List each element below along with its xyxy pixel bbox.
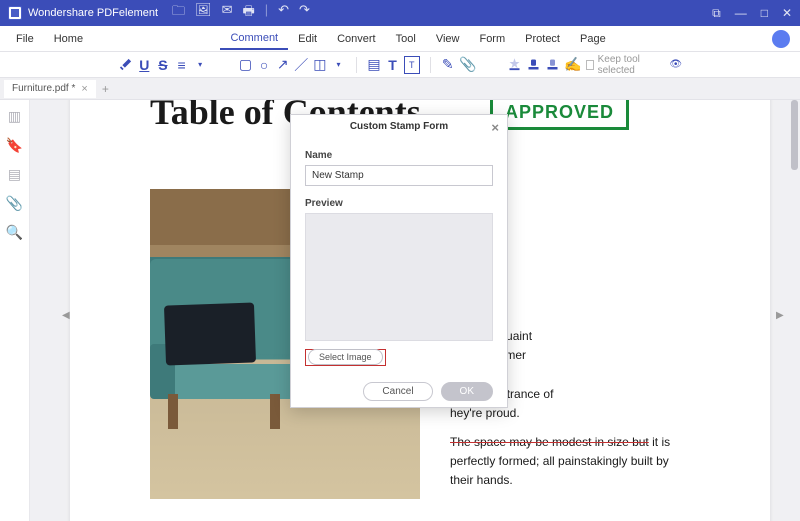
scrollbar[interactable]	[791, 100, 798, 170]
custom-stamp-dialog: Custom Stamp Form × Name Preview Select …	[290, 114, 508, 408]
tab-close-icon[interactable]: ×	[81, 83, 87, 95]
rectangle-icon[interactable]: ▢	[238, 56, 253, 74]
menu-form[interactable]: Form	[469, 29, 515, 49]
ok-button[interactable]: OK	[441, 382, 493, 401]
menubar: File Home Comment Edit Convert Tool View…	[0, 26, 800, 52]
image-icon[interactable]: 🖼	[195, 2, 212, 24]
open-icon[interactable]: 🗀	[172, 2, 185, 24]
window-close-icon[interactable]: ✕	[782, 6, 792, 21]
comment-toolbar: U S ≡ ▾ ▢ ○ ↗ ／ ◫ ▾ ▤ T T ✎ 📎 ✍ Keep too…	[0, 52, 800, 78]
undo-icon[interactable]: ↶	[278, 2, 289, 24]
user-avatar-icon[interactable]	[772, 30, 790, 48]
name-label: Name	[305, 150, 493, 161]
menu-view[interactable]: View	[426, 29, 470, 49]
qat-sep: |	[265, 2, 268, 24]
side-panel: ▥ 🔖 ▤ 📎 🔍	[0, 100, 30, 521]
strikethrough-text: The space may be modest in size but	[450, 435, 649, 449]
menu-convert[interactable]: Convert	[327, 29, 386, 49]
document-tab[interactable]: Furniture.pdf * ×	[4, 80, 96, 98]
textbox-icon[interactable]: T	[404, 56, 420, 74]
keep-tool[interactable]: Keep tool selected 👁	[586, 54, 683, 76]
dropdown2-icon[interactable]: ▾	[331, 56, 346, 74]
menu-comment[interactable]: Comment	[220, 28, 288, 50]
preview-label: Preview	[305, 198, 493, 209]
new-tab-icon[interactable]: +	[102, 82, 109, 96]
app-title: Wondershare PDFelement	[28, 7, 158, 19]
app-logo-icon	[8, 6, 22, 20]
menu-file[interactable]: File	[6, 29, 44, 49]
signature-icon[interactable]: ✍	[564, 56, 581, 74]
note-icon[interactable]: ▤	[367, 56, 382, 74]
minimize-icon[interactable]: ―	[735, 6, 747, 21]
menu-tool[interactable]: Tool	[386, 29, 426, 49]
titlebar: Wondershare PDFelement 🗀 🖼 ✉ 🖶 | ↶ ↷ ⧉ ―…	[0, 0, 800, 26]
cancel-button[interactable]: Cancel	[363, 382, 432, 401]
dialog-title: Custom Stamp Form	[350, 121, 448, 132]
thumbnails-icon[interactable]: ▥	[8, 108, 21, 125]
select-image-highlight: Select Image	[305, 349, 386, 366]
search-icon[interactable]: 🔍	[6, 224, 23, 241]
menu-page[interactable]: Page	[570, 29, 616, 49]
menu-home[interactable]: Home	[44, 29, 93, 49]
select-image-button[interactable]: Select Image	[308, 349, 383, 365]
preview-area	[305, 213, 493, 341]
strikethrough-icon[interactable]: S	[156, 56, 171, 74]
underline-icon[interactable]: U	[137, 56, 152, 74]
feedback-icon[interactable]: ⧉	[712, 6, 721, 21]
eye-icon[interactable]: 👁	[669, 59, 682, 70]
stamp2-icon[interactable]	[526, 56, 541, 74]
text-icon[interactable]: T	[385, 56, 400, 74]
circle-icon[interactable]: ○	[257, 56, 272, 74]
tab-label: Furniture.pdf *	[12, 83, 75, 94]
highlighter-icon[interactable]	[118, 56, 133, 74]
stamp1-icon[interactable]	[507, 56, 522, 74]
checkbox-icon[interactable]	[586, 60, 594, 70]
document-tabbar: Furniture.pdf * × +	[0, 78, 800, 100]
print-icon[interactable]: 🖶	[242, 2, 254, 24]
quick-access-toolbar: 🗀 🖼 ✉ 🖶 | ↶ ↷	[172, 2, 310, 24]
menu-edit[interactable]: Edit	[288, 29, 327, 49]
dropdown-icon[interactable]: ▾	[193, 56, 208, 74]
comments-icon[interactable]: ▤	[8, 166, 21, 183]
menu-protect[interactable]: Protect	[515, 29, 570, 49]
dialog-footer: Cancel OK	[291, 372, 507, 411]
crop-icon[interactable]: ◫	[313, 56, 328, 74]
stamp3-icon[interactable]	[545, 56, 560, 74]
attachments-icon[interactable]: 📎	[6, 195, 23, 212]
arrow-icon[interactable]: ↗	[275, 56, 290, 74]
stamp-name-input[interactable]	[305, 165, 493, 186]
dialog-header: Custom Stamp Form ×	[291, 115, 507, 138]
mail-icon[interactable]: ✉	[222, 2, 233, 24]
line-icon[interactable]: ／	[294, 56, 309, 74]
redo-icon[interactable]: ↷	[299, 2, 310, 24]
next-page-icon[interactable]: ▶	[776, 310, 786, 320]
attachment-icon[interactable]: 📎	[459, 56, 476, 74]
window-controls: ⧉ ― □ ✕	[712, 6, 792, 21]
pencil-icon[interactable]: ✎	[440, 56, 455, 74]
dialog-close-icon[interactable]: ×	[491, 120, 499, 135]
list-icon[interactable]: ≡	[174, 56, 189, 74]
maximize-icon[interactable]: □	[761, 6, 768, 21]
prev-page-icon[interactable]: ◀	[62, 310, 72, 320]
approved-stamp[interactable]: APPROVED	[490, 100, 629, 130]
bookmarks-icon[interactable]: 🔖	[6, 137, 23, 154]
